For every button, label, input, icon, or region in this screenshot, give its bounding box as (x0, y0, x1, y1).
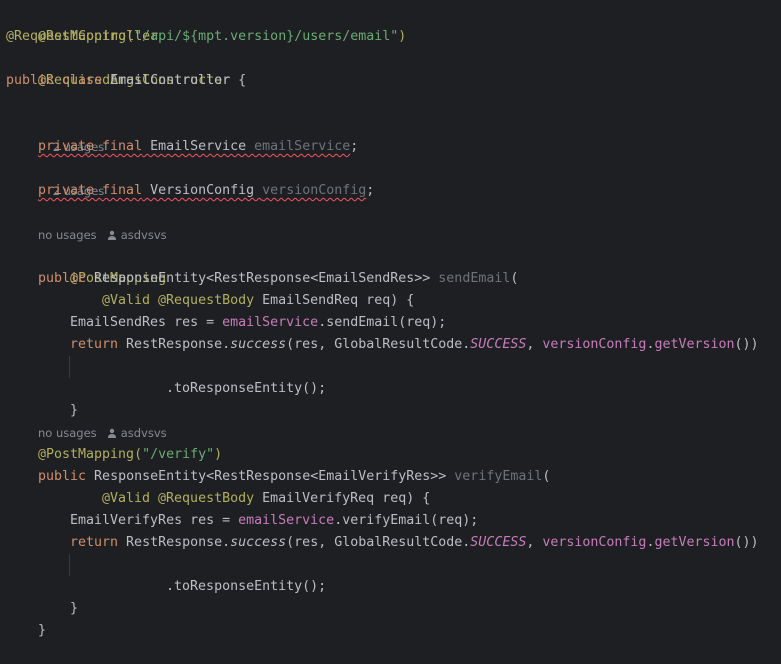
code-line: public class EmailController { (6, 70, 246, 92)
keyword: private final (38, 139, 143, 154)
keyword: private final (38, 183, 143, 198)
code-line: EmailVerifyRes res = emailService.verify… (70, 513, 479, 528)
code-line: .toResponseEntity(); (166, 579, 327, 594)
method-hint[interactable]: no usages asdvsvs (38, 224, 167, 246)
return-type: ResponseEntity<RestResponse<EmailVerifyR… (86, 469, 455, 484)
code-line: @RestController (6, 4, 158, 44)
user-icon (107, 230, 116, 240)
code-line: private final VersionConfig versionConfi… (38, 183, 375, 198)
author-hint[interactable]: asdvsvs (121, 426, 167, 440)
annotation: ) (214, 447, 223, 462)
annotation: @Valid @RequestBody (102, 491, 255, 506)
type-name: EmailService (142, 139, 255, 154)
keyword: public (38, 469, 87, 484)
method-name: sendEmail (438, 271, 511, 286)
field-reference: emailService (238, 513, 335, 528)
method-name: verifyEmail (454, 469, 543, 484)
field-reference: versionConfig (542, 337, 647, 352)
code-line: @PostMapping("/verify") (38, 444, 222, 466)
annotation: ) (398, 29, 407, 44)
indent-guide (69, 356, 70, 378)
code-line: @RequiredArgsConstructor (6, 48, 230, 88)
method-hint[interactable]: no usages asdvsvs (38, 422, 167, 444)
usages-hint[interactable]: no usages (38, 228, 97, 242)
keyword: return (70, 535, 119, 550)
code-editor[interactable]: @RestController @RequestMapping("/api/${… (0, 0, 781, 642)
static-method: success (230, 535, 287, 550)
constant: SUCCESS (470, 535, 527, 550)
code-line: } (38, 623, 47, 638)
code-line: return RestResponse.success(res, GlobalR… (70, 337, 759, 352)
author-hint[interactable]: asdvsvs (121, 228, 167, 242)
field-name: emailService (254, 139, 351, 154)
method-call: getVersion (654, 337, 735, 352)
keyword: public class (6, 73, 103, 88)
user-icon (107, 428, 116, 438)
field-reference: emailService (222, 315, 319, 330)
keyword: return (70, 337, 119, 352)
usages-hint[interactable]: 2 usages (38, 114, 105, 154)
annotation: @PostMapping( (38, 447, 143, 462)
indent-guide (69, 554, 70, 576)
field-name: versionConfig (262, 183, 367, 198)
code-line: @PostMapping (38, 246, 166, 286)
code-line: } (70, 601, 79, 616)
annotation: @Valid @RequestBody (102, 293, 255, 308)
class-declaration: EmailController { (102, 73, 247, 88)
annotation: @RequestMapping( (6, 29, 135, 44)
code-line: @RequestMapping("/api/${mpt.version}/use… (6, 26, 406, 48)
code-line: .toResponseEntity(); (166, 381, 327, 396)
code-line: return RestResponse.success(res, GlobalR… (70, 535, 759, 550)
constant: SUCCESS (470, 337, 527, 352)
code-line: public ResponseEntity<RestResponse<Email… (38, 469, 551, 484)
return-type: ResponseEntity<RestResponse<EmailSendRes… (86, 271, 439, 286)
code-line: } (70, 403, 79, 418)
keyword: public (38, 271, 87, 286)
field-reference: versionConfig (542, 535, 647, 550)
string-literal: "/verify" (142, 447, 215, 462)
usages-hint[interactable]: no usages (38, 426, 97, 440)
static-method: success (230, 337, 287, 352)
code-line: @Valid @RequestBody EmailSendReq req) { (102, 290, 414, 312)
usages-hint[interactable]: 2 usages (38, 158, 105, 198)
code-line: EmailSendRes res = emailService.sendEmai… (70, 315, 447, 330)
code-line: private final EmailService emailService; (38, 139, 359, 154)
string-literal: "/api/${mpt.version}/users/email" (134, 29, 399, 44)
code-line: public ResponseEntity<RestResponse<Email… (38, 271, 519, 286)
parameters: EmailVerifyReq req) { (254, 491, 431, 506)
parameters: EmailSendReq req) { (254, 293, 415, 308)
type-name: VersionConfig (142, 183, 263, 198)
code-line: @Valid @RequestBody EmailVerifyReq req) … (102, 488, 430, 510)
method-call: getVersion (654, 535, 735, 550)
